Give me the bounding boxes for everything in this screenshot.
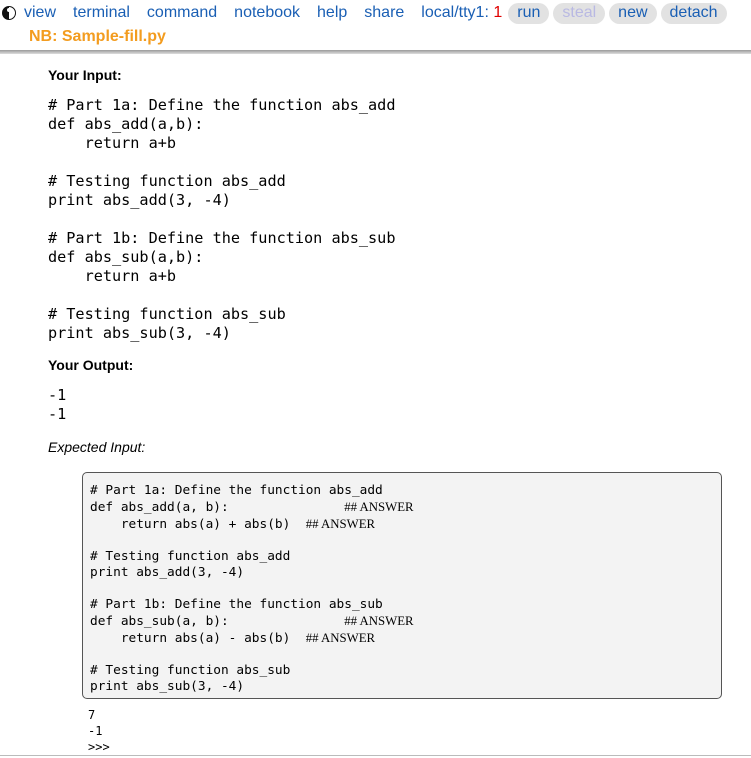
- expected-code-line: [90, 581, 414, 597]
- menu-terminal[interactable]: terminal: [73, 4, 130, 22]
- notebook-title: NB: Sample-fill.py: [29, 28, 166, 45]
- menu-share[interactable]: share: [364, 4, 404, 22]
- top-menu-bar: view terminal command notebook help shar…: [0, 0, 751, 26]
- run-button[interactable]: run: [508, 2, 550, 24]
- expected-code-line: [90, 533, 414, 549]
- tty-number: 1: [493, 4, 503, 21]
- your-input-code: # Part 1a: Define the function abs_add de…: [48, 96, 395, 343]
- answer-annotation: ## ANSWER: [305, 631, 376, 645]
- detach-button[interactable]: detach: [660, 2, 727, 24]
- code-line: # Testing function abs_sub: [48, 305, 286, 323]
- expected-code-line: # Part 1a: Define the function abs_add: [90, 483, 414, 499]
- expected-input-box: # Part 1a: Define the function abs_add de…: [82, 472, 722, 699]
- tty-label: local/tty1:: [421, 4, 489, 21]
- expected-code-text: print abs_sub(3, -4): [90, 679, 245, 694]
- header-divider: [0, 50, 751, 54]
- code-line: def abs_add(a,b):: [48, 115, 204, 133]
- expected-code-text: # Testing function abs_add: [90, 549, 291, 564]
- code-line: return a+b: [48, 134, 177, 152]
- expected-code-text: # Part 1a: Define the function abs_add: [90, 483, 383, 498]
- expected-input-label: Expected Input:: [48, 439, 146, 455]
- expected-code-text: # Part 1b: Define the function abs_sub: [90, 597, 383, 612]
- expected-code-line: return abs(a) + abs(b) ## ANSWER: [90, 516, 414, 533]
- console-output[interactable]: 7 -1 >>>: [88, 707, 110, 755]
- code-line: def abs_sub(a,b):: [48, 248, 204, 266]
- expected-code-text: # Testing function abs_sub: [90, 663, 291, 678]
- your-output-code: -1 -1: [48, 386, 66, 424]
- expected-code-line: [90, 647, 414, 663]
- expected-input-code: # Part 1a: Define the function abs_add de…: [90, 483, 414, 695]
- output-line: -1: [48, 386, 67, 404]
- steal-button[interactable]: steal: [553, 2, 606, 24]
- menu-command[interactable]: command: [147, 4, 217, 22]
- expected-code-line: print abs_sub(3, -4): [90, 679, 414, 695]
- output-line: -1: [48, 405, 67, 423]
- yin-yang-logo-icon[interactable]: [2, 6, 16, 20]
- code-line: print abs_sub(3, -4): [48, 324, 231, 342]
- expected-code-line: return abs(a) - abs(b) ## ANSWER: [90, 630, 414, 647]
- expected-code-line: def abs_add(a, b): ## ANSWER: [90, 499, 414, 516]
- expected-code-text: print abs_add(3, -4): [90, 565, 245, 580]
- code-line: # Part 1a: Define the function abs_add: [48, 96, 396, 114]
- expected-code-line: def abs_sub(a, b): ## ANSWER: [90, 613, 414, 630]
- your-input-label: Your Input:: [48, 67, 122, 83]
- expected-code-line: # Part 1b: Define the function abs_sub: [90, 597, 414, 613]
- expected-code-text: [90, 581, 98, 596]
- menu-notebook[interactable]: notebook: [234, 4, 300, 22]
- console-line: -1: [88, 724, 103, 738]
- code-line: return a+b: [48, 267, 177, 285]
- expected-code-text: return abs(a) + abs(b): [90, 517, 306, 532]
- menu-help[interactable]: help: [317, 4, 347, 22]
- code-line: # Testing function abs_add: [48, 172, 286, 190]
- expected-code-text: def abs_add(a, b):: [90, 500, 345, 515]
- expected-code-line: # Testing function abs_add: [90, 549, 414, 565]
- expected-code-line: # Testing function abs_sub: [90, 663, 414, 679]
- bottom-divider: [0, 755, 751, 756]
- code-line: print abs_add(3, -4): [48, 191, 231, 209]
- expected-code-text: [90, 533, 98, 548]
- answer-annotation: ## ANSWER: [344, 614, 414, 628]
- expected-code-text: return abs(a) - abs(b): [90, 631, 306, 646]
- answer-annotation: ## ANSWER: [305, 517, 376, 531]
- console-line: 7: [88, 708, 96, 722]
- new-button[interactable]: new: [609, 2, 657, 24]
- expected-code-text: def abs_sub(a, b):: [90, 614, 345, 629]
- menu-view[interactable]: view: [24, 4, 56, 22]
- expected-code-text: [90, 647, 98, 662]
- expected-code-line: print abs_add(3, -4): [90, 565, 414, 581]
- tty-indicator[interactable]: local/tty1: 1: [421, 4, 502, 22]
- answer-annotation: ## ANSWER: [344, 500, 414, 514]
- your-output-label: Your Output:: [48, 357, 134, 373]
- code-line: # Part 1b: Define the function abs_sub: [48, 229, 396, 247]
- console-line: >>>: [88, 740, 110, 754]
